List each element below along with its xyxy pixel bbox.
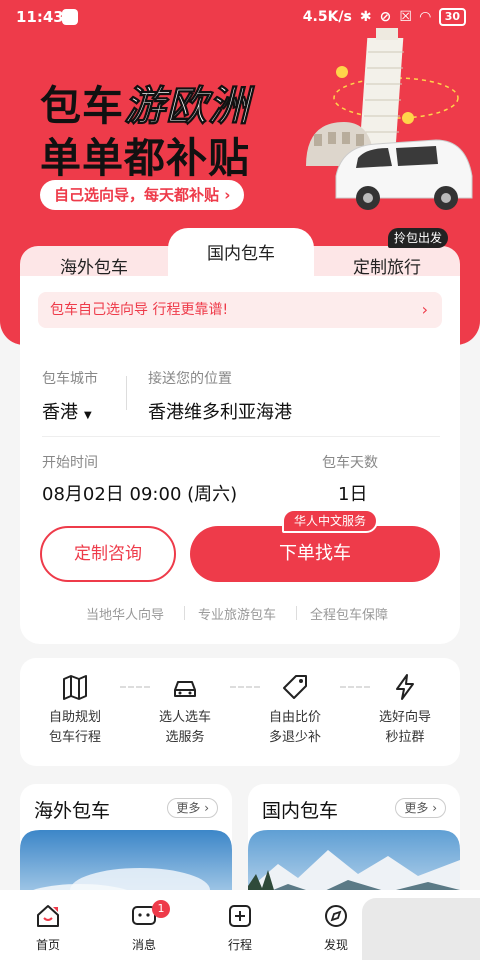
nav-messages[interactable]: 消息 1 <box>104 900 184 953</box>
order-button[interactable]: 下单找车 <box>190 526 440 582</box>
bluetooth-icon: ✱ <box>359 9 372 25</box>
domestic-card[interactable]: 国内包车 更多 › <box>248 784 460 904</box>
service-steps: 自助规划 包车行程 选人选车 选服务 自由比价 多退少补 选好向导 秒拉群 <box>20 658 460 766</box>
wifi-icon: ◠ <box>419 9 431 25</box>
battery-icon: 30 <box>438 8 466 26</box>
mute-icon: ⊘ <box>379 9 392 25</box>
app-notification-icon <box>62 9 78 25</box>
chevron-right-icon: › <box>421 300 428 319</box>
hero-title: 包车游欧洲 单单都补贴 <box>40 82 250 183</box>
nav-trips[interactable]: 行程 <box>200 902 280 953</box>
travel-illustration <box>306 28 473 210</box>
lightning-icon <box>396 674 414 700</box>
start-time-field[interactable]: 08月02日 09:00 (周六) <box>42 480 237 506</box>
network-speed: 4.5K/s <box>302 9 352 25</box>
dropdown-icon: ▼ <box>84 410 92 421</box>
city-select[interactable]: 香港 ▼ <box>42 398 92 424</box>
service-compare[interactable]: 自由比价 多退少补 <box>240 672 350 748</box>
overseas-more-button[interactable]: 更多 › <box>167 798 218 818</box>
booking-card: 包车自己选向导 行程更靠谱! › 包车城市 香港 ▼ 接送您的位置 香港维多利亚海… <box>20 276 460 644</box>
map-icon <box>63 675 87 700</box>
overseas-card-title: 海外包车 <box>34 800 111 822</box>
service-choose[interactable]: 选人选车 选服务 <box>130 672 240 748</box>
chinese-service-badge: 华人中文服务 <box>282 509 379 533</box>
start-time-label: 开始时间 <box>42 455 98 471</box>
compass-icon <box>325 905 347 927</box>
floating-corner-overlay <box>362 898 480 960</box>
notice-banner[interactable]: 包车自己选向导 行程更靠谱! › <box>38 292 442 328</box>
overseas-card[interactable]: 海外包车 更多 › <box>20 784 232 904</box>
car-icon <box>174 681 196 697</box>
city-label: 包车城市 <box>42 371 98 387</box>
feature-guarantee: 全程包车保障 <box>310 608 389 623</box>
status-time: 11:43 <box>16 8 64 26</box>
sim-icon: ☒ <box>399 9 412 25</box>
location-label: 接送您的位置 <box>148 371 232 387</box>
service-self-plan[interactable]: 自助规划 包车行程 <box>20 672 130 748</box>
tab-tag: 拎包出发 <box>387 228 448 248</box>
location-field[interactable]: 香港维多利亚海港 <box>148 398 292 424</box>
tag-icon <box>283 675 307 699</box>
feature-local-guide: 当地华人向导 <box>86 608 165 623</box>
status-bar: 11:43 4.5K/s ✱ ⊘ ☒ ◠ 30 <box>0 0 480 34</box>
nav-home[interactable]: 首页 <box>8 902 88 953</box>
domestic-more-button[interactable]: 更多 › <box>395 798 446 818</box>
trip-add-icon <box>229 905 251 927</box>
days-label: 包车天数 <box>322 455 378 471</box>
home-icon <box>37 905 59 927</box>
service-guide[interactable]: 选好向导 秒拉群 <box>350 672 460 748</box>
messages-badge: 1 <box>152 900 170 918</box>
feature-pro-car: 专业旅游包车 <box>198 608 277 623</box>
consult-button[interactable]: 定制咨询 <box>40 526 176 582</box>
days-field[interactable]: 1日 <box>338 480 367 506</box>
hero-subtitle-pill[interactable]: 自己选向导，每天都补贴 › <box>40 180 245 210</box>
domestic-card-title: 国内包车 <box>262 800 339 822</box>
